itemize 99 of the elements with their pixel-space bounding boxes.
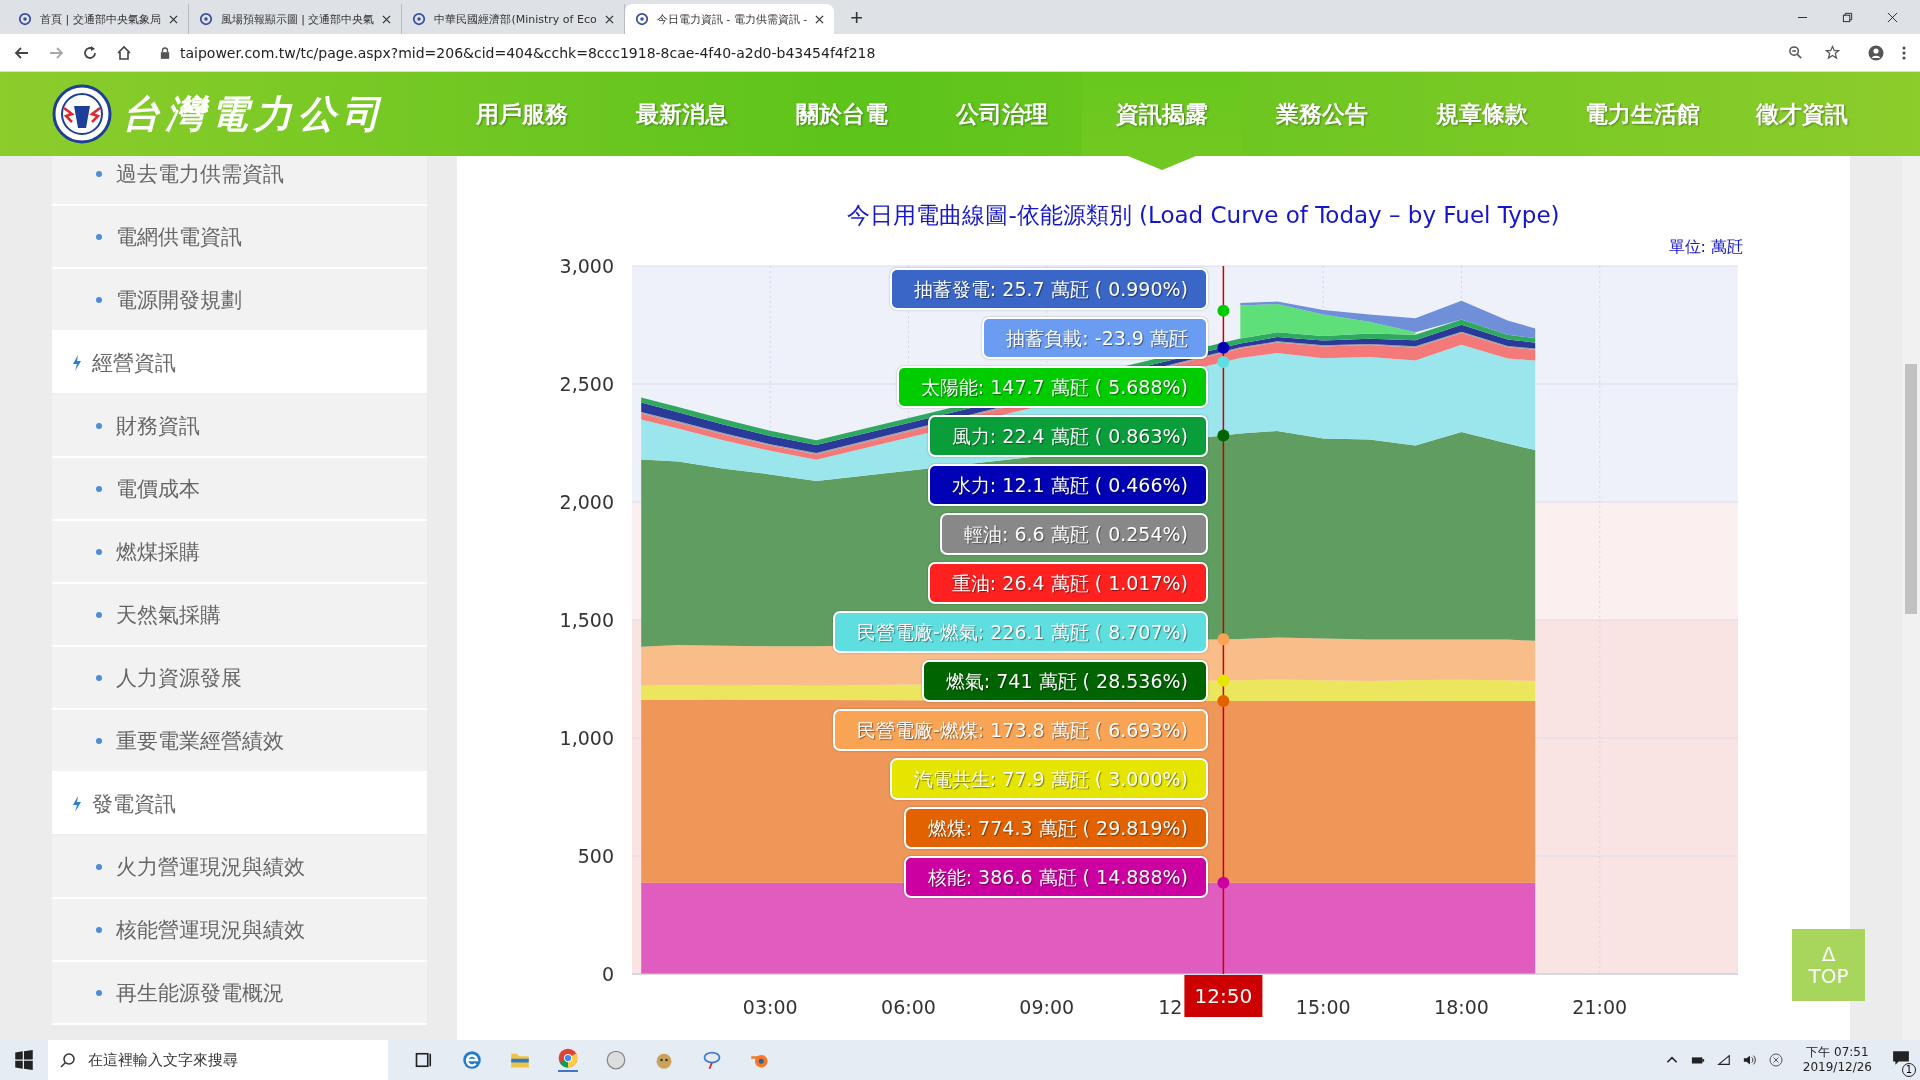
bullet-icon xyxy=(96,863,102,870)
windows-icon[interactable] xyxy=(14,1050,34,1070)
browser-icon[interactable] xyxy=(462,1050,482,1070)
zoom-icon[interactable] xyxy=(1788,45,1803,60)
axis-label: 09:00 xyxy=(1019,996,1075,1018)
star-icon[interactable] xyxy=(1825,45,1840,60)
point-marker xyxy=(1217,341,1230,354)
close-icon[interactable] xyxy=(1887,11,1898,23)
tooltip-label: 抽蓄負載: -23.9 萬瓩 xyxy=(982,317,1208,359)
close-circle-icon[interactable] xyxy=(1768,1053,1783,1067)
axis-label: 500 xyxy=(577,845,614,867)
sidebar-item[interactable]: 財務資訊 xyxy=(52,395,427,458)
home-icon[interactable] xyxy=(116,44,132,61)
chart-title: 今日用電曲線圖-依能源類別 (Load Curve of Today – by Fuel Type) xyxy=(846,201,1561,230)
tooltip-label: 重油: 26.4 萬瓩 ( 1.017%) xyxy=(927,562,1208,604)
sidebar-item[interactable]: 天然氣採購 xyxy=(52,584,427,647)
site-icon xyxy=(634,12,649,26)
search-icon xyxy=(60,1052,76,1068)
axis-label: 3,000 xyxy=(559,255,614,277)
speaker-icon[interactable] xyxy=(1742,1053,1757,1067)
bullet-icon xyxy=(96,422,102,429)
point-marker xyxy=(1217,674,1230,687)
bullet-icon xyxy=(96,485,102,492)
axis-label: 06:00 xyxy=(881,996,936,1018)
sidebar-item[interactable]: 火力營運現況與績效 xyxy=(52,836,427,899)
point-marker xyxy=(1217,694,1230,707)
bullet-icon xyxy=(96,233,102,240)
site-icon xyxy=(18,12,32,26)
sidebar-item[interactable]: 燃煤採購 xyxy=(52,521,427,584)
point-marker xyxy=(1217,304,1230,317)
back-icon[interactable] xyxy=(14,44,30,61)
site-icon xyxy=(412,12,427,26)
new-tab-button[interactable]: + xyxy=(846,5,867,31)
tooltip-label: 水力: 12.1 萬瓩 ( 0.466%) xyxy=(927,464,1208,506)
time-label: 12:50 xyxy=(1184,975,1263,1017)
account-icon[interactable] xyxy=(1868,44,1884,61)
unit-label: 單位: 萬瓩 xyxy=(1668,237,1743,258)
browser-tab[interactable]: 今日電力資訊 - 電力供需資訊 - xyxy=(624,4,835,34)
clock-time[interactable]: 下午 07:51 xyxy=(1806,1045,1869,1060)
tooltip-label: 民營電廠-燃氣: 226.1 萬瓩 ( 8.707%) xyxy=(832,611,1208,653)
point-marker xyxy=(1217,356,1230,369)
bullet-icon xyxy=(96,548,102,555)
axis-label: 1,000 xyxy=(559,727,614,749)
close-icon[interactable] xyxy=(815,14,825,24)
bullet-icon xyxy=(96,170,102,177)
scrollbar[interactable] xyxy=(1902,156,1920,1040)
sidebar-item[interactable]: 電網供電資訊 xyxy=(52,206,427,269)
bullet-icon xyxy=(96,989,102,996)
sidebar-item[interactable]: 電價成本 xyxy=(52,458,427,521)
axis-label: 2,500 xyxy=(559,373,614,395)
axis-label: 12 xyxy=(1158,996,1183,1018)
tooltip-label: 燃氣: 741 萬瓩 ( 28.536%) xyxy=(921,660,1208,702)
tooltip-label: 輕油: 6.6 萬瓩 ( 0.254%) xyxy=(939,513,1208,555)
site-icon xyxy=(198,12,213,26)
axis-label: 2,000 xyxy=(559,491,614,513)
tooltip-label: 汽電共生: 77.9 萬瓩 ( 3.000%) xyxy=(889,758,1208,800)
close-icon[interactable] xyxy=(382,14,392,24)
tooltip-label: 太陽能: 147.7 萬瓩 ( 5.688%) xyxy=(896,366,1208,408)
tooltip-label: 風力: 22.4 萬瓩 ( 0.863%) xyxy=(927,415,1208,457)
sidebar-item[interactable]: 發電資訊 xyxy=(52,773,427,836)
logo-icon[interactable] xyxy=(52,84,112,144)
lightning-icon xyxy=(72,795,82,812)
tooltip-label: 燃煤: 774.3 萬瓩 ( 29.819%) xyxy=(903,807,1208,849)
axis-label: 03:00 xyxy=(742,996,798,1018)
sidebar-item[interactable]: 再生能源發電概況 xyxy=(52,962,427,1025)
search-field[interactable]: 在這裡輸入文字來搜尋 xyxy=(48,1040,388,1080)
sidebar-item[interactable]: 電源開發規劃 xyxy=(52,269,427,332)
bullet-icon xyxy=(96,611,102,618)
bullet-icon xyxy=(96,674,102,681)
lightning-icon xyxy=(72,354,82,371)
close-icon[interactable] xyxy=(604,14,614,24)
sidebar-item[interactable]: 重要電業經營績效 xyxy=(52,710,427,773)
bullet-icon xyxy=(96,737,102,744)
tooltip-label: 民營電廠-燃煤: 173.8 萬瓩 ( 6.693%) xyxy=(832,709,1208,751)
bullet-icon xyxy=(96,296,102,303)
close-icon[interactable] xyxy=(168,14,178,24)
axis-label: 1,500 xyxy=(559,609,614,631)
point-marker xyxy=(1217,876,1230,889)
notification-badge: 1 xyxy=(1902,1063,1916,1077)
point-marker xyxy=(1217,633,1230,646)
notification-icon[interactable] xyxy=(1892,1049,1910,1067)
axis-label: 21:00 xyxy=(1572,996,1628,1018)
menu-icon[interactable] xyxy=(1902,44,1906,61)
sidebar-item[interactable]: 核能營運現況與績效 xyxy=(52,899,427,962)
tooltip-label: 抽蓄發電: 25.7 萬瓩 ( 0.990%) xyxy=(889,268,1208,310)
reload-icon[interactable] xyxy=(82,44,98,61)
bullet-icon xyxy=(96,926,102,933)
axis-label: 18:00 xyxy=(1434,996,1489,1018)
point-marker xyxy=(1217,429,1230,442)
sidebar-item[interactable]: 人力資源發展 xyxy=(52,647,427,710)
clock-date[interactable]: 2019/12/26 xyxy=(1802,1060,1872,1075)
restore-icon[interactable] xyxy=(1842,11,1853,23)
lock-icon xyxy=(160,46,170,59)
sidebar-item[interactable]: 過去電力供需資訊 xyxy=(52,156,427,206)
sidebar-item[interactable]: 經營資訊 xyxy=(52,332,427,395)
axis-label: 15:00 xyxy=(1295,996,1351,1018)
tooltip-label: 核能: 386.6 萬瓩 ( 14.888%) xyxy=(903,856,1208,898)
task-view-icon[interactable] xyxy=(414,1050,434,1070)
axis-label: 0 xyxy=(601,963,614,985)
